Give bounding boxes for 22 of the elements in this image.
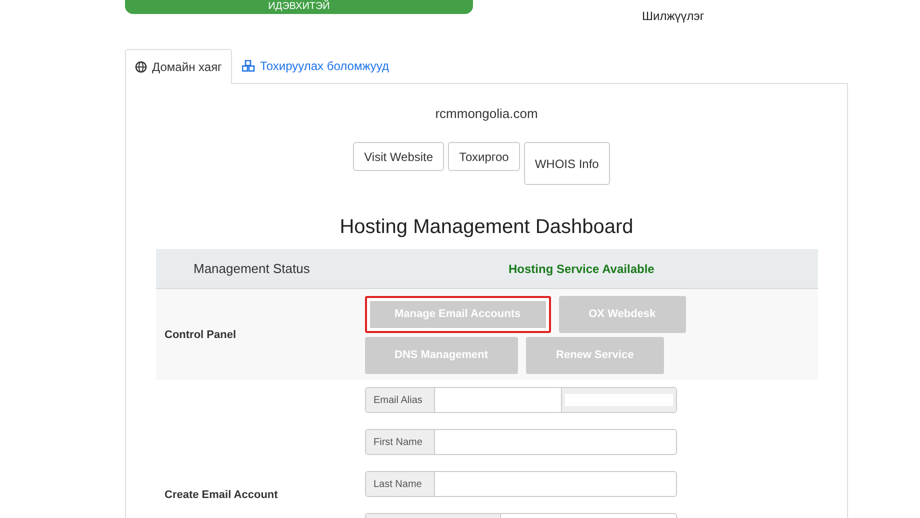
tab[interactable]: Домайн хаяг — [125, 49, 232, 84]
status-label: Management Status — [192, 261, 311, 276]
domain-button[interactable]: Visit Website — [353, 142, 444, 171]
cubes-icon — [242, 60, 255, 72]
dashboard-heading: Hosting Management Dashboard — [340, 216, 634, 239]
row-label: Create Email Account — [164, 489, 279, 501]
input-field[interactable]: Last Name — [364, 471, 676, 497]
field-label: First Name — [366, 430, 434, 454]
domain-select[interactable] — [560, 388, 676, 412]
input-field[interactable]: Email Alias — [364, 387, 676, 413]
globe-icon — [135, 61, 147, 73]
input-field[interactable]: First Name — [364, 429, 676, 455]
field-label: Last Name — [366, 472, 434, 496]
transfer-label: Шилжүүлэг — [642, 9, 704, 23]
status-value: Hosting Service Available — [508, 262, 654, 276]
status-button[interactable]: ИДЭВХИТЭЙ — [125, 0, 473, 14]
domain-button[interactable]: WHOIS Info — [524, 142, 610, 185]
domain-button[interactable]: Тохиргоо — [448, 142, 520, 171]
tab[interactable]: Тохируулах боломжууд — [232, 48, 399, 83]
domain-name: rcmmongolia.com — [435, 106, 538, 121]
field-label: Email Alias — [366, 388, 434, 412]
row-label: Control Panel — [164, 328, 238, 340]
